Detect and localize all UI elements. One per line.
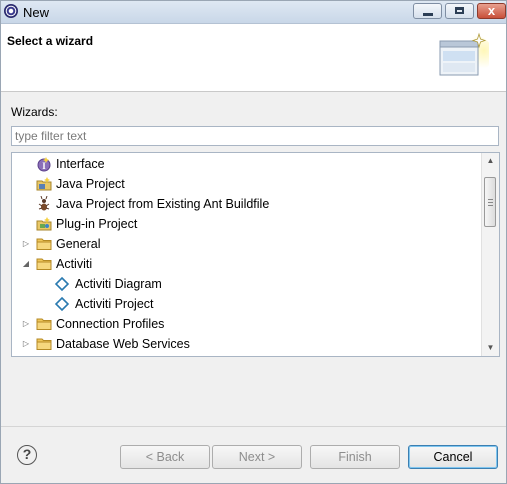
ant-icon: [36, 195, 52, 212]
scrollbar-thumb[interactable]: [484, 177, 496, 227]
plugin-project-icon: [36, 216, 52, 232]
tree-item-activiti-project[interactable]: Activiti Project: [12, 294, 482, 314]
interface-icon: I: [36, 156, 52, 172]
tree-item-java-project[interactable]: Java Project: [12, 174, 482, 194]
folder-icon: [36, 256, 52, 272]
tree-item-label: General: [56, 237, 101, 251]
tree-item-label: Plug-in Project: [56, 217, 138, 231]
java-project-icon: [36, 176, 52, 192]
scroll-up-icon[interactable]: ▲: [482, 153, 499, 169]
collapse-arrow-icon[interactable]: ◢: [21, 259, 31, 269]
tree-item-database-web-services[interactable]: ▷ Database Web Services: [12, 334, 482, 354]
tree-item-label: Java Project: [56, 177, 125, 191]
minimize-icon: [423, 13, 433, 16]
tree-item-label: Database Web Services: [56, 337, 190, 351]
folder-icon: [36, 236, 52, 252]
scroll-down-icon[interactable]: ▼: [482, 340, 499, 356]
expand-arrow-icon[interactable]: ▷: [21, 319, 31, 329]
finish-button[interactable]: Finish: [310, 445, 400, 469]
tree-item-connection-profiles[interactable]: ▷ Connection Profiles: [12, 314, 482, 334]
filter-input[interactable]: [11, 126, 499, 146]
tree-item-interface[interactable]: I Interface: [12, 154, 482, 174]
tree-item-plug-in-project[interactable]: Plug-in Project: [12, 214, 482, 234]
wizard-header: Select a wizard: [1, 24, 506, 92]
maximize-icon: [455, 7, 464, 14]
close-button[interactable]: x: [477, 3, 506, 19]
grip-line: [488, 199, 493, 200]
minimize-button[interactable]: [413, 3, 442, 19]
folder-icon: [36, 336, 52, 352]
activiti-diamond-icon: [54, 296, 70, 312]
tree-item-label: Activiti Diagram: [75, 277, 162, 291]
wizards-label: Wizards:: [11, 105, 58, 119]
folder-icon: [36, 316, 52, 332]
title-bar[interactable]: New x: [1, 1, 506, 24]
tree-item-java-project-from-existing-ant-buildfile[interactable]: Java Project from Existing Ant Buildfile: [12, 194, 482, 214]
tree-item-activiti[interactable]: ◢ Activiti: [12, 254, 482, 274]
expand-arrow-icon[interactable]: ▷: [21, 339, 31, 349]
new-wizard-dialog: New x Select a wizard Wizards: I Interfac…: [0, 0, 507, 484]
next-button[interactable]: Next >: [212, 445, 302, 469]
tree-item-general[interactable]: ▷ General: [12, 234, 482, 254]
wizard-banner-icon: [439, 32, 489, 76]
wizard-tree[interactable]: I Interface Java Project Java Project from …: [11, 152, 500, 357]
tree-item-label: Activiti Project: [75, 297, 154, 311]
grip-line: [488, 202, 493, 203]
grip-line: [488, 205, 493, 206]
page-title: Select a wizard: [7, 34, 94, 48]
maximize-button[interactable]: [445, 3, 474, 19]
back-button[interactable]: < Back: [120, 445, 210, 469]
help-icon[interactable]: ?: [17, 445, 37, 465]
tree-item-label: Java Project from Existing Ant Buildfile: [56, 197, 270, 211]
expand-arrow-icon[interactable]: ▷: [21, 239, 31, 249]
close-icon: x: [487, 3, 496, 18]
tree-item-label: Interface: [56, 157, 105, 171]
tree-item-activiti-diagram[interactable]: Activiti Diagram: [12, 274, 482, 294]
activiti-diamond-icon: [54, 276, 70, 292]
eclipse-app-icon: [4, 4, 18, 18]
tree-scrollbar[interactable]: ▲ ▼: [481, 153, 499, 356]
footer-separator: [1, 426, 506, 427]
tree-item-label: Activiti: [56, 257, 93, 271]
tree-item-label: Connection Profiles: [56, 317, 165, 331]
cancel-button[interactable]: Cancel: [408, 445, 498, 469]
window-title: New: [23, 5, 50, 20]
svg-text:I: I: [42, 161, 46, 171]
